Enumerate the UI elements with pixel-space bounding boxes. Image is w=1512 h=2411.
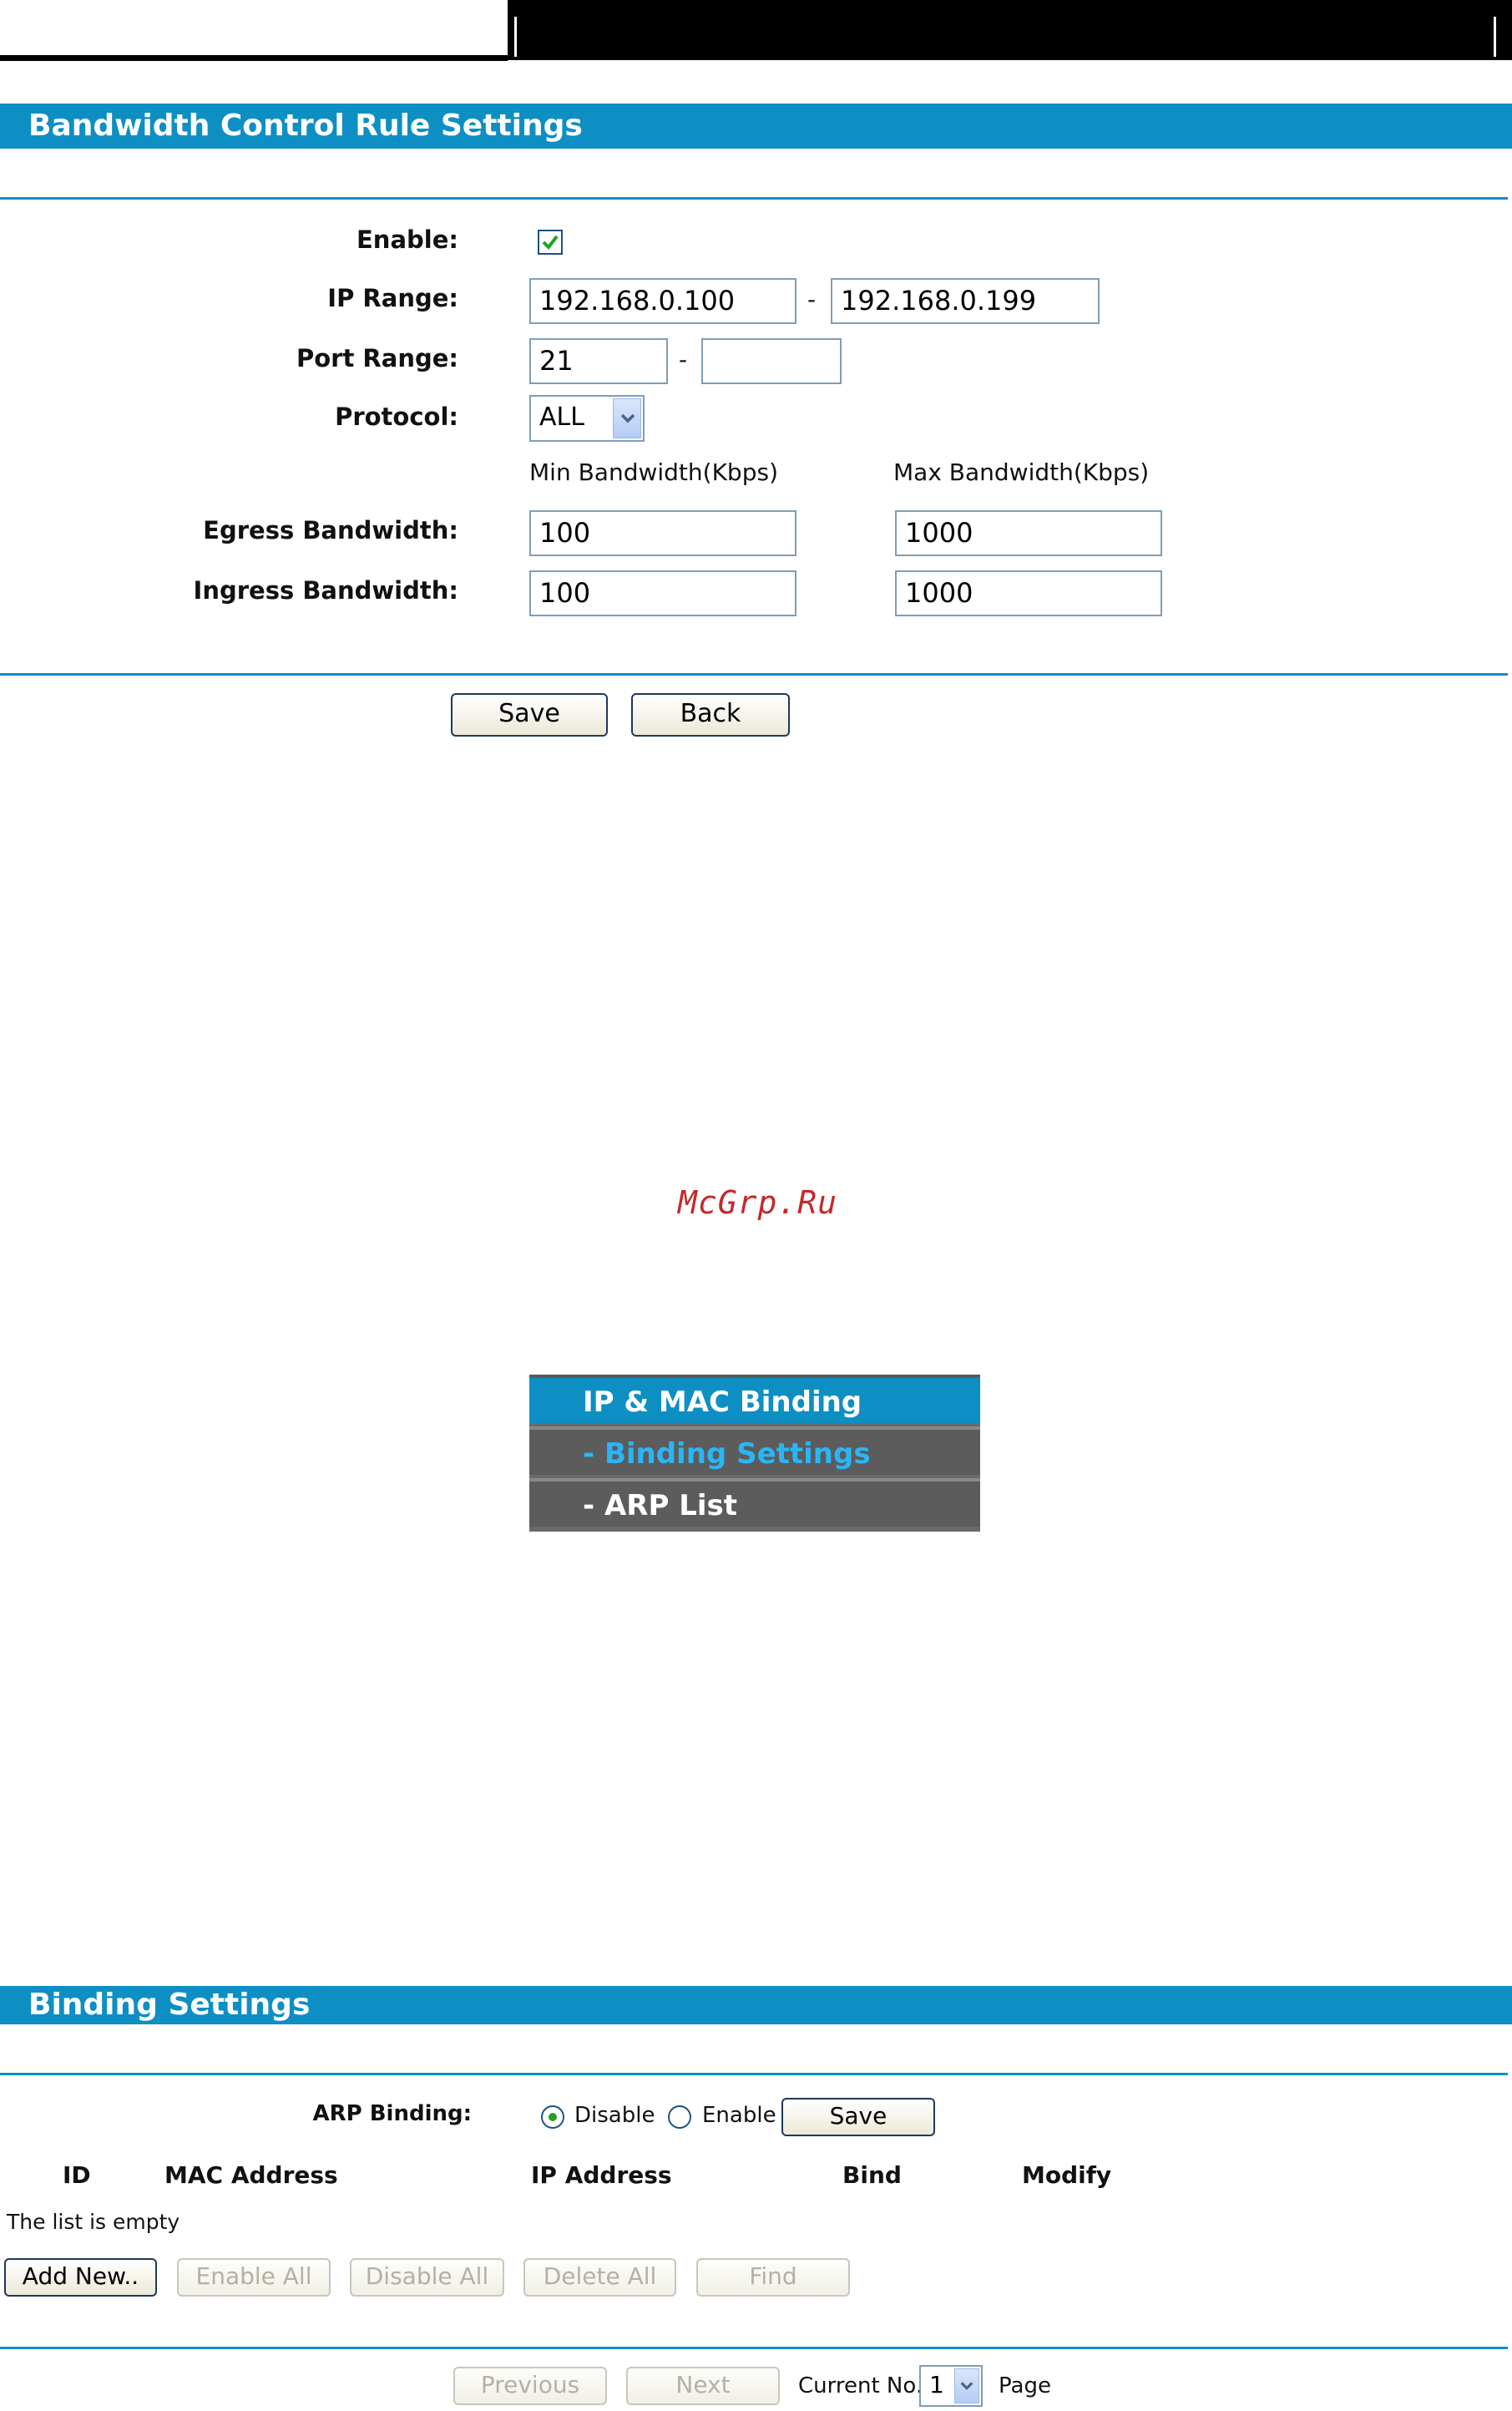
binding-section-title: Binding Settings <box>0 1986 1512 2024</box>
protocol-select[interactable]: ALL <box>529 395 645 442</box>
checkmark-icon <box>542 235 559 251</box>
chevron-down-icon <box>960 2382 973 2390</box>
current-no-label: Current No. <box>798 2373 923 2398</box>
port-start-input[interactable]: 21 <box>529 338 668 384</box>
ingress-label: Ingress Bandwidth: <box>193 576 458 605</box>
enable-checkbox[interactable] <box>538 230 563 255</box>
menu-item-binding-settings[interactable]: - Binding Settings <box>529 1426 980 1475</box>
chevron-down-icon <box>620 413 635 423</box>
back-button[interactable]: Back <box>631 693 790 737</box>
min-bandwidth-header: Min Bandwidth(Kbps) <box>529 458 778 486</box>
section-divider <box>0 197 1508 200</box>
ip-range-label: IP Range: <box>327 284 458 312</box>
column-header-bind: Bind <box>842 2161 902 2189</box>
port-end-input[interactable] <box>701 338 842 384</box>
section-divider <box>0 2073 1508 2075</box>
enable-radio-label: Enable <box>702 2103 776 2128</box>
top-bar-tick <box>514 17 517 57</box>
dropdown-arrow[interactable] <box>954 2368 979 2403</box>
page-label: Page <box>999 2373 1051 2398</box>
enable-all-button[interactable]: Enable All <box>177 2258 331 2297</box>
previous-button[interactable]: Previous <box>453 2367 607 2405</box>
arp-save-button[interactable]: Save <box>781 2098 935 2136</box>
dropdown-arrow[interactable] <box>613 398 641 438</box>
section-divider <box>0 2347 1508 2349</box>
disable-all-button[interactable]: Disable All <box>350 2258 504 2297</box>
arp-binding-label: ARP Binding: <box>312 2101 472 2126</box>
ingress-min-input[interactable]: 100 <box>529 570 796 616</box>
max-bandwidth-header: Max Bandwidth(Kbps) <box>893 458 1150 486</box>
protocol-label: Protocol: <box>335 403 458 431</box>
top-divider-line <box>0 55 508 61</box>
add-new-button[interactable]: Add New.. <box>4 2258 157 2297</box>
ingress-max-input[interactable]: 1000 <box>895 570 1162 616</box>
column-header-ip: IP Address <box>531 2161 672 2189</box>
find-button[interactable]: Find <box>696 2258 850 2297</box>
menu-header[interactable]: IP & MAC Binding <box>529 1375 980 1423</box>
empty-list-text: The list is empty <box>7 2210 180 2234</box>
egress-label: Egress Bandwidth: <box>203 516 458 545</box>
port-range-dash: - <box>679 346 688 373</box>
ip-mac-binding-menu: IP & MAC Binding - Binding Settings - AR… <box>529 1375 980 1532</box>
page-select-value: 1 <box>929 2371 944 2398</box>
next-button[interactable]: Next <box>626 2367 780 2405</box>
section-divider <box>0 673 1508 676</box>
ip-start-input[interactable]: 192.168.0.100 <box>529 278 796 324</box>
page-select[interactable]: 1 <box>919 2365 983 2407</box>
watermark-text: McGrp.Ru <box>678 1184 838 1221</box>
delete-all-button[interactable]: Delete All <box>523 2258 676 2297</box>
port-range-label: Port Range: <box>296 344 458 372</box>
protocol-value: ALL <box>539 403 584 432</box>
bandwidth-section-title: Bandwidth Control Rule Settings <box>0 104 1512 149</box>
disable-radio-label: Disable <box>574 2103 655 2128</box>
save-button[interactable]: Save <box>451 693 608 737</box>
enable-radio[interactable] <box>668 2105 691 2129</box>
column-header-modify: Modify <box>1022 2161 1112 2189</box>
column-header-id: ID <box>63 2161 91 2189</box>
disable-radio[interactable] <box>541 2105 564 2129</box>
menu-item-arp-list[interactable]: - ARP List <box>529 1478 980 1527</box>
egress-min-input[interactable]: 100 <box>529 510 796 556</box>
top-black-bar <box>508 0 1512 60</box>
ip-end-input[interactable]: 192.168.0.199 <box>831 278 1100 324</box>
column-header-mac: MAC Address <box>164 2161 338 2189</box>
egress-max-input[interactable]: 1000 <box>895 510 1162 556</box>
top-bar-tick <box>1494 17 1496 57</box>
ip-range-dash: - <box>807 286 817 313</box>
enable-label: Enable: <box>357 225 458 254</box>
